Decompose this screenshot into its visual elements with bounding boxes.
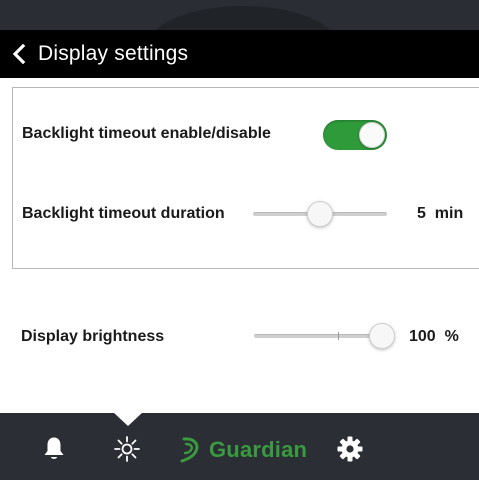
brightness-label: Display brightness — [21, 328, 165, 345]
backlight-duration-label: Backlight timeout duration — [22, 205, 225, 222]
backlight-duration-value: 5 min — [417, 205, 463, 223]
gear-icon — [337, 436, 363, 462]
brightness-icon — [114, 436, 140, 462]
backlight-panel: Backlight timeout enable/disable Backlig… — [12, 87, 479, 269]
bottom-nav-bar: Guardian — [0, 412, 479, 480]
brightness-slider[interactable] — [254, 321, 395, 351]
header-arc-decoration — [148, 6, 338, 30]
slider-thumb[interactable] — [307, 201, 333, 227]
back-button[interactable] — [0, 30, 38, 78]
slider-tick — [338, 332, 339, 340]
guardian-brand[interactable]: Guardian — [178, 435, 307, 465]
slider-track — [254, 334, 382, 338]
toggle-knob[interactable] — [359, 122, 385, 148]
duration-unit: min — [434, 205, 464, 222]
duration-number: 5 — [417, 205, 426, 222]
brightness-unit: % — [444, 328, 459, 345]
bell-icon — [44, 437, 64, 459]
active-tab-indicator — [113, 412, 143, 426]
title-bar: Display settings — [0, 30, 479, 78]
backlight-enable-label: Backlight timeout enable/disable — [22, 125, 271, 142]
page-title: Display settings — [38, 42, 189, 65]
nav-notifications[interactable] — [38, 433, 70, 465]
backlight-duration-slider[interactable] — [253, 199, 387, 229]
nav-display[interactable] — [111, 433, 143, 465]
brightness-number: 100 — [409, 328, 436, 345]
guardian-logo-icon — [180, 437, 199, 463]
chevron-left-icon — [12, 44, 26, 64]
brightness-value: 100 % — [409, 328, 459, 346]
slider-thumb[interactable] — [369, 323, 395, 349]
brand-text: Guardian — [209, 437, 308, 462]
nav-settings[interactable] — [334, 433, 366, 465]
backlight-enable-toggle[interactable] — [323, 120, 387, 150]
status-strip — [0, 0, 479, 30]
